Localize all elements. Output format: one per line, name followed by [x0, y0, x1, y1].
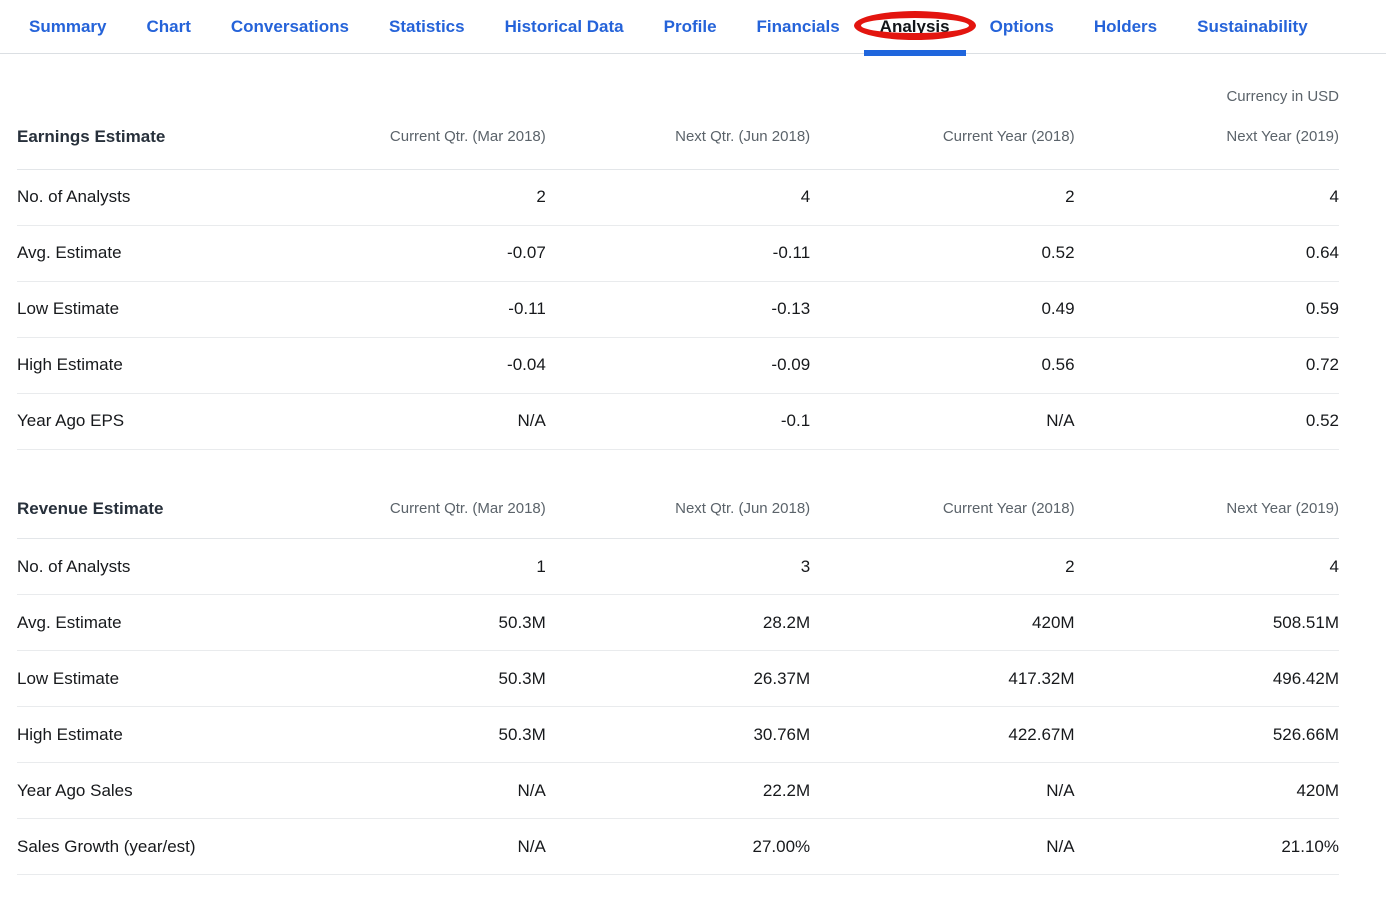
table-row: High Estimate -0.04 -0.09 0.56 0.72 [17, 337, 1339, 394]
cell-value: 0.64 [1074, 225, 1339, 282]
tab-conversations[interactable]: Conversations [231, 0, 349, 53]
cell-value: N/A [281, 818, 546, 875]
cell-value: 50.3M [281, 706, 546, 763]
active-tab-indicator [863, 50, 966, 56]
row-label: No. of Analysts [17, 538, 282, 595]
tab-bar: Summary Chart Conversations Statistics H… [0, 0, 1386, 56]
cell-value: 2 [810, 538, 1075, 595]
revenue-section-title: Revenue Estimate [17, 479, 282, 539]
tab-holders[interactable]: Holders [1094, 0, 1157, 53]
tab-analysis-label: Analysis [879, 16, 950, 36]
column-header-next-year: Next Year (2019) [1074, 479, 1339, 539]
cell-value: 4 [1074, 538, 1339, 595]
cell-value: 28.2M [545, 594, 811, 651]
cell-value: 4 [1074, 169, 1339, 226]
tab-financials[interactable]: Financials [757, 0, 840, 53]
table-row: Avg. Estimate -0.07 -0.11 0.52 0.64 [17, 225, 1339, 282]
column-header-next-qtr: Next Qtr. (Jun 2018) [545, 479, 811, 539]
row-label: High Estimate [17, 706, 282, 763]
currency-note: Currency in USD [1226, 88, 1339, 105]
table-row: No. of Analysts 1 3 2 4 [17, 538, 1339, 595]
revenue-header-row: Revenue Estimate Current Qtr. (Mar 2018)… [17, 479, 1339, 539]
cell-value: -0.04 [281, 337, 546, 394]
tab-statistics[interactable]: Statistics [389, 0, 465, 53]
row-label: No. of Analysts [17, 169, 282, 226]
row-label: High Estimate [17, 337, 282, 394]
cell-value: 0.59 [1074, 281, 1339, 338]
table-row: Low Estimate 50.3M 26.37M 417.32M 496.42… [17, 650, 1339, 707]
cell-value: 30.76M [545, 706, 811, 763]
cell-value: 420M [810, 594, 1075, 651]
tab-options[interactable]: Options [990, 0, 1054, 53]
cell-value: 0.52 [1074, 393, 1339, 450]
cell-value: 50.3M [281, 650, 546, 707]
tab-chart[interactable]: Chart [146, 0, 190, 53]
column-header-current-year: Current Year (2018) [810, 105, 1075, 170]
column-header-next-year: Next Year (2019) [1074, 105, 1339, 170]
cell-value: 526.66M [1074, 706, 1339, 763]
cell-value: 27.00% [545, 818, 811, 875]
cell-value: 2 [810, 169, 1075, 226]
row-label: Low Estimate [17, 281, 282, 338]
tab-historical-data[interactable]: Historical Data [505, 0, 624, 53]
cell-value: -0.13 [545, 281, 811, 338]
earnings-section-title: Earnings Estimate [17, 105, 282, 170]
cell-value: 422.67M [810, 706, 1075, 763]
cell-value: 26.37M [545, 650, 811, 707]
row-label: Year Ago Sales [17, 762, 282, 819]
cell-value: 0.49 [810, 281, 1075, 338]
earnings-header-row: Earnings Estimate Current Qtr. (Mar 2018… [17, 105, 1339, 170]
revenue-estimate-table: Revenue Estimate Current Qtr. (Mar 2018)… [17, 479, 1339, 875]
row-label: Year Ago EPS [17, 393, 282, 450]
cell-value: -0.11 [545, 225, 811, 282]
cell-value: N/A [281, 762, 546, 819]
cell-value: 496.42M [1074, 650, 1339, 707]
column-header-current-qtr: Current Qtr. (Mar 2018) [281, 479, 546, 539]
cell-value: 0.56 [810, 337, 1075, 394]
row-label: Avg. Estimate [17, 594, 282, 651]
table-row: Avg. Estimate 50.3M 28.2M 420M 508.51M [17, 594, 1339, 651]
cell-value: N/A [810, 818, 1075, 875]
table-row: Sales Growth (year/est) N/A 27.00% N/A 2… [17, 818, 1339, 875]
cell-value: -0.07 [281, 225, 546, 282]
column-header-current-qtr: Current Qtr. (Mar 2018) [281, 105, 546, 170]
tab-profile[interactable]: Profile [664, 0, 717, 53]
cell-value: 50.3M [281, 594, 546, 651]
table-row: Year Ago EPS N/A -0.1 N/A 0.52 [17, 393, 1339, 450]
tab-sustainability[interactable]: Sustainability [1197, 0, 1308, 53]
table-row: High Estimate 50.3M 30.76M 422.67M 526.6… [17, 706, 1339, 763]
column-header-next-qtr: Next Qtr. (Jun 2018) [545, 105, 811, 170]
cell-value: 420M [1074, 762, 1339, 819]
cell-value: N/A [810, 393, 1075, 450]
tab-summary[interactable]: Summary [29, 0, 106, 53]
cell-value: -0.09 [545, 337, 811, 394]
cell-value: 2 [281, 169, 546, 226]
cell-value: -0.1 [545, 393, 811, 450]
table-row: Year Ago Sales N/A 22.2M N/A 420M [17, 762, 1339, 819]
cell-value: 21.10% [1074, 818, 1339, 875]
cell-value: 1 [281, 538, 546, 595]
tab-analysis[interactable]: Analysis [853, 0, 976, 56]
table-row: Low Estimate -0.11 -0.13 0.49 0.59 [17, 281, 1339, 338]
cell-value: N/A [281, 393, 546, 450]
table-row: No. of Analysts 2 4 2 4 [17, 169, 1339, 226]
row-label: Avg. Estimate [17, 225, 282, 282]
row-label: Low Estimate [17, 650, 282, 707]
column-header-current-year: Current Year (2018) [810, 479, 1075, 539]
cell-value: 0.72 [1074, 337, 1339, 394]
cell-value: 0.52 [810, 225, 1075, 282]
cell-value: 4 [545, 169, 811, 226]
cell-value: 3 [545, 538, 811, 595]
cell-value: -0.11 [281, 281, 546, 338]
earnings-estimate-table: Earnings Estimate Current Qtr. (Mar 2018… [17, 105, 1339, 450]
cell-value: 22.2M [545, 762, 811, 819]
cell-value: 417.32M [810, 650, 1075, 707]
cell-value: 508.51M [1074, 594, 1339, 651]
row-label: Sales Growth (year/est) [17, 818, 282, 875]
cell-value: N/A [810, 762, 1075, 819]
